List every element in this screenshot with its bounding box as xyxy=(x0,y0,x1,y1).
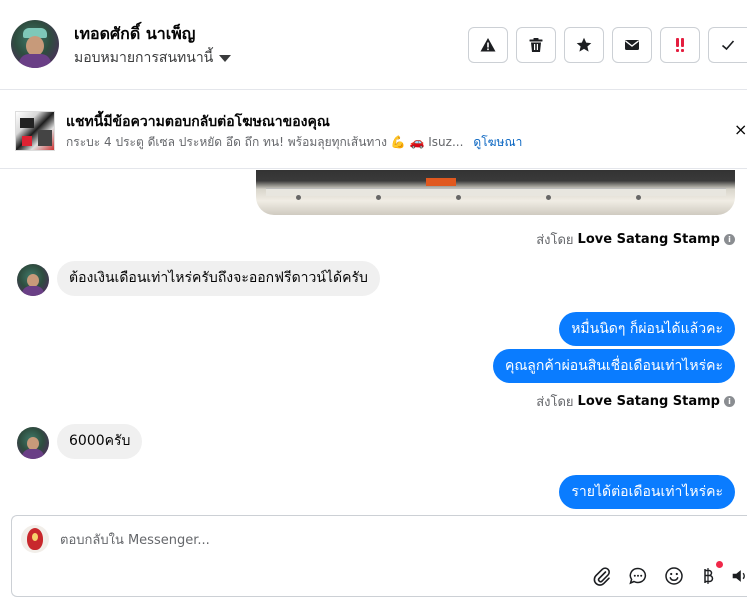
emoji-button[interactable] xyxy=(662,564,686,588)
contact-avatar-small[interactable] xyxy=(17,264,49,296)
saved-replies-icon xyxy=(629,567,647,585)
reply-input[interactable] xyxy=(60,530,620,550)
star-icon xyxy=(576,37,592,52)
reply-composer xyxy=(11,515,747,597)
info-icon[interactable]: i xyxy=(724,396,735,407)
payment-notification-dot xyxy=(716,561,723,568)
image-attachment[interactable] xyxy=(256,170,735,215)
info-icon[interactable]: i xyxy=(724,234,735,245)
sent-by-name: Love Satang Stamp xyxy=(577,232,720,247)
caret-down-icon xyxy=(219,55,232,62)
audio-icon xyxy=(732,570,745,582)
incoming-message[interactable]: ต้องเงินเดือนเท่าไหร่ครับถึงจะออกฟรีดาวน… xyxy=(57,261,380,296)
sent-by-name: Love Satang Stamp xyxy=(577,394,720,409)
page-avatar xyxy=(21,525,49,553)
message-thread[interactable]: ส่งโดย Love Satang Stamp i ต้องเงินเดือน… xyxy=(0,170,747,515)
incoming-message[interactable]: 6000ครับ xyxy=(57,424,143,459)
assign-label: มอบหมายการสนทนานี้ xyxy=(74,50,214,66)
baht-payment-icon xyxy=(704,568,714,584)
trash-icon xyxy=(529,38,543,52)
follow-up-button[interactable] xyxy=(660,27,700,63)
close-banner-icon[interactable]: × xyxy=(734,120,747,139)
emoji-icon xyxy=(665,567,683,585)
mark-unread-button[interactable] xyxy=(612,27,652,63)
conversation-header: เทอดศักดิ์ นาเพ็ญ มอบหมายการสนทนานี้ xyxy=(0,0,747,90)
ad-banner-subtitle: กระบะ 4 ประตู ดีเซล ประหยัด อึด ถึก ทน! … xyxy=(66,135,464,149)
sent-by-prefix: ส่งโดย xyxy=(536,233,574,248)
delete-button[interactable] xyxy=(516,27,556,63)
payment-button[interactable] xyxy=(696,564,720,588)
ad-thumbnail[interactable] xyxy=(15,111,55,151)
contact-avatar-small[interactable] xyxy=(17,427,49,459)
assign-conversation-dropdown[interactable]: มอบหมายการสนทนานี้ xyxy=(74,47,232,69)
outgoing-message[interactable]: รายได้ต่อเดือนเท่าไหร่คะ xyxy=(559,475,735,509)
report-button[interactable] xyxy=(468,27,508,63)
ad-banner-subtitle-row: กระบะ 4 ประตู ดีเซล ประหยัด อึด ถึก ทน! … xyxy=(66,133,522,152)
contact-name[interactable]: เทอดศักดิ์ นาเพ็ญ xyxy=(74,22,195,47)
inbox-conversation-panel: เทอดศักดิ์ นาเพ็ญ มอบหมายการสนทนานี้ แชท… xyxy=(0,0,747,608)
contact-avatar[interactable] xyxy=(11,20,59,68)
envelope-icon xyxy=(625,40,639,50)
sent-by-label: ส่งโดย Love Satang Stamp i xyxy=(536,229,735,250)
mark-done-button[interactable] xyxy=(708,27,747,63)
star-button[interactable] xyxy=(564,27,604,63)
outgoing-message[interactable]: คุณลูกค้าผ่อนสินเชื่อเดือนเท่าไหร่คะ xyxy=(492,349,735,383)
saved-replies-button[interactable] xyxy=(626,564,650,588)
checkmark-icon xyxy=(721,40,735,51)
outgoing-message[interactable]: หมื่นนิดๆ ก็ผ่อนได้แล้วคะ xyxy=(559,312,735,346)
sent-by-label: ส่งโดย Love Satang Stamp i xyxy=(536,391,735,412)
audio-button[interactable] xyxy=(730,564,747,588)
warning-icon xyxy=(480,38,496,52)
attach-button[interactable] xyxy=(590,564,614,588)
sent-by-prefix: ส่งโดย xyxy=(536,395,574,410)
view-ad-link[interactable]: ดูโฆษณา xyxy=(473,133,522,152)
attachment-icon xyxy=(593,567,610,586)
ad-reply-banner: แชทนี้มีข้อความตอบกลับต่อโฆษณาของคุณ กระ… xyxy=(0,91,747,169)
exclamation-icon xyxy=(676,38,684,52)
ad-banner-title: แชทนี้มีข้อความตอบกลับต่อโฆษณาของคุณ xyxy=(66,114,330,130)
